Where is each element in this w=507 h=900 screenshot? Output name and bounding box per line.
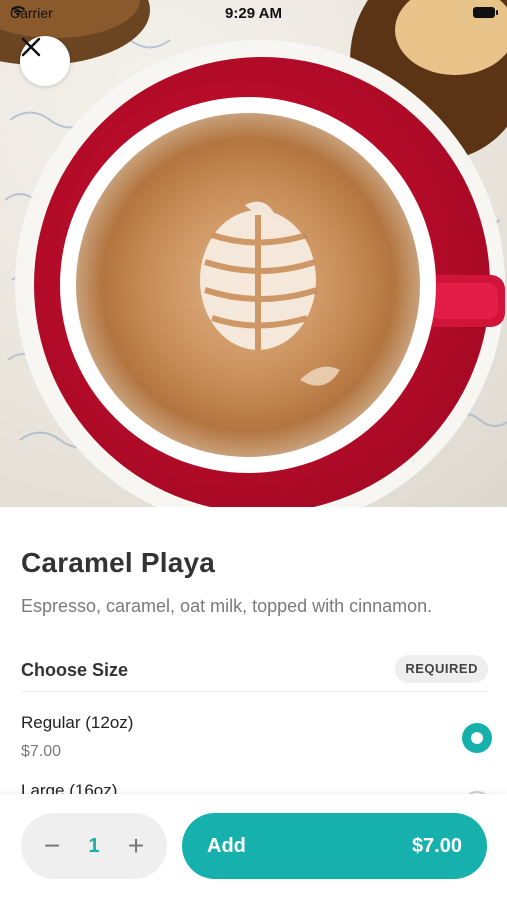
size-option-regular[interactable]: Regular (12oz) $7.00 (21, 711, 492, 771)
size-section-title: Choose Size (21, 660, 129, 680)
status-bar: Carrier 9:29 AM (0, 0, 507, 28)
add-to-order-button[interactable]: Add $7.00 (182, 813, 487, 879)
quantity-stepper: − 1 + (21, 813, 167, 879)
product-details: Caramel Playa Espresso, caramel, oat mil… (0, 507, 507, 794)
required-badge: REQUIRED (395, 655, 488, 683)
add-button-price: $7.00 (411, 835, 462, 857)
close-button[interactable] (20, 36, 70, 86)
size-option-name: Large (16oz) (21, 781, 118, 794)
product-detail-screen: Carrier 9:29 AM Caramel Playa Espresso, (0, 0, 507, 900)
size-option-price: $7.00 (21, 743, 62, 760)
size-option-large[interactable]: Large (16oz) (21, 779, 492, 794)
radio-selected-icon[interactable] (462, 723, 492, 753)
product-title: Caramel Playa (21, 547, 216, 578)
increase-quantity-button[interactable]: + (113, 813, 159, 879)
product-description: Espresso, caramel, oat milk, topped with… (21, 596, 433, 616)
size-option-name: Regular (12oz) (21, 713, 134, 732)
status-time: 9:29 AM (225, 5, 282, 22)
close-icon (21, 37, 41, 57)
product-photo: Carrier 9:29 AM (0, 0, 507, 507)
latte-illustration (0, 0, 507, 507)
bottom-action-bar: − 1 + Add $7.00 (0, 794, 507, 900)
add-button-label: Add (207, 835, 246, 857)
size-section-header: Choose Size REQUIRED (21, 655, 488, 692)
battery-icon (473, 7, 498, 18)
